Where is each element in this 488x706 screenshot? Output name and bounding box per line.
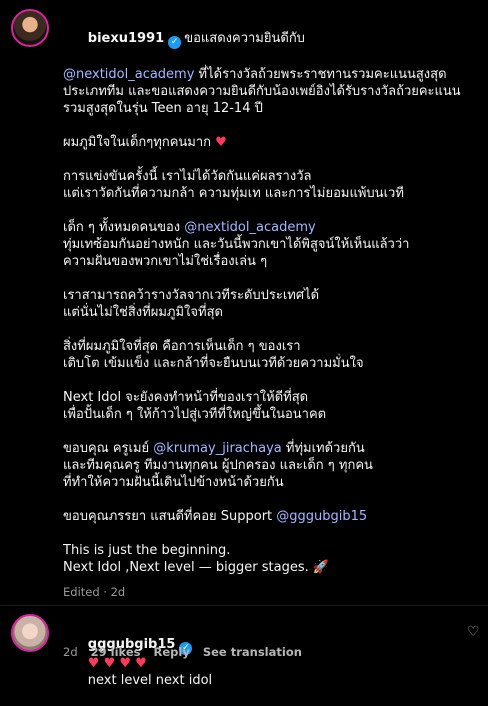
comment-text: ขอแสดงความยินดีกับ xyxy=(184,31,305,46)
comment-line: ขอบคุณภรรยา แสนดีที่คอย Support @gggubgi… xyxy=(63,508,473,525)
comment-line: เราสามารถคว้ารางวัลจากเวทีระดับประเทศได้ xyxy=(63,287,473,304)
line-text: ขอบคุณ ครูเมย์ xyxy=(63,441,154,456)
comment-line: และทีมคุณครู ทีมงานทุกคน ผู้ปกครอง และเด… xyxy=(63,457,473,474)
line-text: ที่ทุ่มเทด้วยกัน xyxy=(281,441,365,456)
comment-line: แต่นั่นไม่ใช่สิ่งที่ผมภูมิใจที่สุด xyxy=(63,304,473,321)
line-text: ขอบคุณภรรยา แสนดีที่คอย Support xyxy=(63,509,277,524)
heart-outline-icon[interactable]: ♡ xyxy=(467,624,480,640)
line-text: Next Idol จะยังคงทำหน้าที่ของเราให้ดีที่… xyxy=(63,390,309,405)
comment-line: การแข่งขันครั้งนี้ เราไม่ได้วัดกันแค่ผลร… xyxy=(63,168,473,185)
mention-link[interactable]: @gggubgib15 xyxy=(276,509,367,524)
heart-emoji-icon: ♥ xyxy=(215,135,227,150)
line-text: ทุ่มเทซ้อมกันอย่างหนัก และวันนี้พวกเขาได… xyxy=(63,237,410,252)
comment-actions: 2d 29 likes Reply See translation xyxy=(63,645,302,659)
avatar[interactable] xyxy=(11,9,49,47)
username[interactable]: biexu1991 xyxy=(88,31,164,46)
comment-text: next level next idol xyxy=(87,673,213,688)
see-translation-button[interactable]: See translation xyxy=(203,645,302,659)
comment-line: @nextidol_academy ที่ได้รางวัลถ้วยพระราช… xyxy=(63,66,473,83)
comment-line: This is just the beginning. xyxy=(63,542,473,559)
line-text: แต่นั่นไม่ใช่สิ่งที่ผมภูมิใจที่สุด xyxy=(63,305,223,320)
line-text: This is just the beginning. xyxy=(63,543,231,558)
mention-link[interactable]: @nextidol_academy xyxy=(63,67,194,82)
line-text: ผมภูมิใจในเด็กๆทุกคนมาก xyxy=(63,135,216,150)
line-text: การแข่งขันครั้งนี้ เราไม่ได้วัดกันแค่ผลร… xyxy=(63,169,312,184)
comment-line: เพื่อปั้นเด็ก ๆ ให้ก้าวไปสู่เวทีที่ใหญ่ข… xyxy=(63,406,473,423)
comment-line: เด็ก ๆ ทั้งหมดคนของ @nextidol_academy xyxy=(63,219,473,236)
line-text: ความฝันของพวกเขาไม่ใช่เรื่องเล่น ๆ xyxy=(63,254,268,269)
comment-line: ความฝันของพวกเขาไม่ใช่เรื่องเล่น ๆ xyxy=(63,253,473,270)
comment-line: Next Idol ,Next level — bigger stages. 🚀 xyxy=(63,559,473,576)
comment-line: แต่เราวัดกันที่ความกล้า ความทุ่มเท และกา… xyxy=(63,185,473,202)
rocket-emoji-icon: 🚀 xyxy=(312,560,330,575)
line-text: ที่ได้รางวัลถ้วยพระราชทานรวมคะแนนสูงสุด xyxy=(194,67,447,82)
comment-line: Next Idol จะยังคงทำหน้าที่ของเราให้ดีที่… xyxy=(63,389,473,406)
comment-line: ประเภททีม และขอแสดงความยินดีกับน้องเพย์อ… xyxy=(63,83,473,100)
mention-link[interactable]: @krumay_jirachaya xyxy=(153,441,281,456)
comment-body: gggubgib15 ✓ ♥ ♥ ♥ ♥ next level next idol xyxy=(63,619,463,706)
comment-line: ที่ทำให้ความฝันนี้เดินไปข้างหน้าด้วยกัน xyxy=(63,474,473,491)
line-text: เติบโต เข้มแข็ง และกล้าที่จะยืนบนเวทีด้ว… xyxy=(63,356,364,371)
likes-count[interactable]: 29 likes xyxy=(91,645,141,659)
line-text: เราสามารถคว้ารางวัลจากเวทีระดับประเทศได้ xyxy=(63,288,320,303)
comment-first-line: biexu1991 ✓ ขอแสดงความยินดีกับ xyxy=(63,13,473,66)
timestamp: 2d xyxy=(63,645,78,659)
line-text: สิ่งที่ผมภูมิใจที่สุด คือการเห็นเด็ก ๆ ข… xyxy=(63,339,301,354)
comment-line: ขอบคุณ ครูเมย์ @krumay_jirachaya ที่ทุ่ม… xyxy=(63,440,473,457)
comment-line: รวมสูงสุดในรุ่น Teen อายุ 12-14 ปี xyxy=(63,100,473,117)
comment-line: ผมภูมิใจในเด็กๆทุกคนมาก ♥ xyxy=(63,134,473,151)
line-text: และทีมคุณครู ทีมงานทุกคน ผู้ปกครอง และเด… xyxy=(63,458,373,473)
comment-lines: @nextidol_academy ที่ได้รางวัลถ้วยพระราช… xyxy=(63,66,473,576)
reply-button[interactable]: Reply xyxy=(154,645,190,659)
comment-body: biexu1991 ✓ ขอแสดงความยินดีกับ @nextidol_a… xyxy=(63,13,473,599)
line-text: ที่ทำให้ความฝันนี้เดินไปข้างหน้าด้วยกัน xyxy=(63,475,284,490)
line-text: เพื่อปั้นเด็ก ๆ ให้ก้าวไปสู่เวทีที่ใหญ่ข… xyxy=(63,407,327,422)
line-text: รวมสูงสุดในรุ่น Teen อายุ 12-14 ปี xyxy=(63,101,263,116)
comment-line: เติบโต เข้มแข็ง และกล้าที่จะยืนบนเวทีด้ว… xyxy=(63,355,473,372)
comment-meta: Edited · 2d xyxy=(63,585,126,599)
verified-badge-icon: ✓ xyxy=(168,36,182,49)
line-text: เด็ก ๆ ทั้งหมดคนของ xyxy=(63,220,185,235)
comment-line: สิ่งที่ผมภูมิใจที่สุด คือการเห็นเด็ก ๆ ข… xyxy=(63,338,473,355)
line-text: ประเภททีม และขอแสดงความยินดีกับน้องเพย์อ… xyxy=(63,84,461,99)
line-text: Next Idol ,Next level — bigger stages. xyxy=(63,560,313,575)
comment-line: ทุ่มเทซ้อมกันอย่างหนัก และวันนี้พวกเขาได… xyxy=(63,236,473,253)
avatar[interactable] xyxy=(11,614,49,652)
mention-link[interactable]: @nextidol_academy xyxy=(184,220,315,235)
line-text: แต่เราวัดกันที่ความกล้า ความทุ่มเท และกา… xyxy=(63,186,404,201)
divider xyxy=(0,605,488,606)
